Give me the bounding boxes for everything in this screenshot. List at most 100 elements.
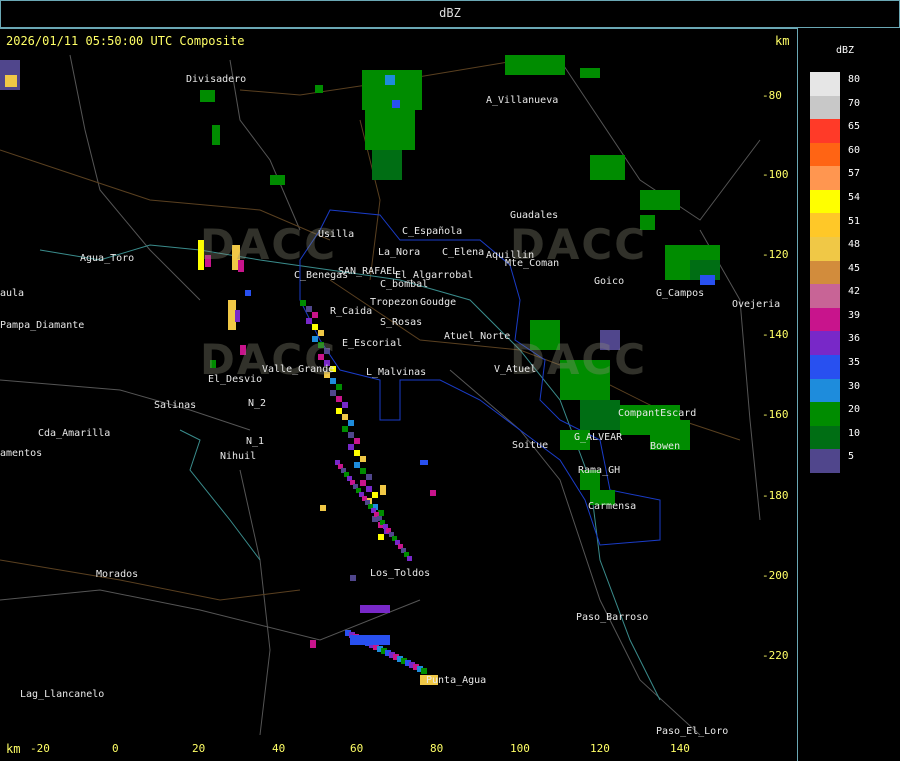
colorbar-label: 36 [848, 333, 861, 345]
colorbar-swatch [810, 72, 840, 96]
radar-echo [354, 462, 360, 468]
colorbar-swatch [810, 142, 840, 167]
radar-echo [300, 300, 306, 306]
y-tick-label: -100 [762, 168, 789, 181]
radar-echo [360, 468, 366, 474]
place-label: Ovejeria [732, 299, 781, 310]
y-tick-label: -140 [762, 328, 789, 341]
radar-echo [315, 85, 323, 93]
radar-echo [360, 605, 390, 613]
colorbar-label: 42 [848, 286, 861, 298]
radar-echo [5, 75, 17, 87]
colorbar-swatch [810, 331, 840, 355]
place-label: Lag_Llancanelo [20, 689, 105, 700]
colorbar-swatch [810, 260, 840, 285]
y-tick-label: -180 [762, 489, 789, 502]
radar-echo [420, 460, 428, 465]
radar-echo [212, 125, 220, 145]
x-tick-label: 60 [350, 742, 364, 755]
radar-echo [348, 420, 354, 426]
radar-echo [350, 635, 390, 645]
colorbar-label: 80 [848, 74, 861, 85]
radar-echo [360, 456, 366, 462]
place-label: R_Caida [330, 306, 373, 317]
place-label: Bowen [650, 441, 681, 452]
colorbar-label: 48 [848, 239, 861, 251]
place-label: Mte_Coman [505, 258, 560, 269]
place-label: N_2 [248, 398, 267, 409]
radar-echo [228, 300, 236, 330]
radar-echo [700, 275, 715, 285]
colorbar-label: 10 [848, 427, 861, 439]
place-label: G_ALVEAR [574, 432, 623, 443]
colorbar-swatch [810, 213, 840, 238]
colorbar-label: 5 [848, 451, 855, 463]
radar-echo [342, 402, 348, 408]
place-label: Atuel_Norte [444, 331, 511, 342]
place-label: Paso_El_Loro [656, 726, 729, 737]
radar-echo [245, 290, 251, 296]
y-tick-label: -200 [762, 569, 789, 582]
radar-echo [372, 492, 378, 498]
place-label: El_Desvio [208, 374, 263, 385]
x-tick-label: 120 [590, 742, 610, 755]
radar-echo [580, 400, 620, 430]
road-line [0, 559, 301, 601]
place-label: CompantEscard [618, 408, 697, 419]
radar-echo [580, 68, 600, 78]
x-tick-label: 100 [510, 742, 530, 755]
radar-echo [392, 100, 400, 108]
place-label: C_Española [402, 226, 463, 237]
colorbar-label: 60 [848, 144, 861, 156]
colorbar [810, 72, 840, 473]
radar-viewer: dBZ DACC DACC DACC DACC 2026/01/11 05:50… [0, 0, 900, 761]
place-label: Guadales [510, 210, 559, 221]
x-tick-label: -20 [30, 742, 50, 755]
radar-echo [365, 110, 415, 150]
place-label: Usilla [318, 229, 355, 240]
radar-echo [320, 505, 326, 511]
place-label: Rama_GH [578, 465, 621, 476]
watermark-text: DACC [200, 220, 338, 269]
place-label: N_1 [246, 436, 265, 447]
radar-map-canvas[interactable] [0, 0, 797, 761]
colorbar-swatch [810, 284, 840, 308]
radar-echo [336, 408, 342, 414]
radar-echo [590, 155, 625, 180]
y-axis-unit: km [775, 34, 790, 48]
place-label: C_Elena [442, 247, 485, 258]
radar-echo [336, 396, 342, 402]
place-label: SAN_RAFAEL [338, 266, 399, 277]
x-tick-label: 140 [670, 742, 690, 755]
place-label: Morados [96, 569, 139, 580]
colorbar-label: 51 [848, 215, 861, 227]
radar-echo [366, 474, 372, 480]
radar-echo [505, 55, 565, 75]
place-label: S_Rosas [380, 317, 423, 328]
place-label: Cda_Amarilla [38, 428, 111, 439]
colorbar-label: 54 [848, 191, 861, 203]
place-label: Agua_Toro [80, 253, 135, 264]
radar-echo [366, 486, 372, 492]
boundary-line [0, 379, 251, 431]
radar-echo [640, 190, 680, 210]
radar-echo [310, 640, 316, 648]
colorbar-label: 30 [848, 380, 861, 392]
radar-echo [306, 306, 312, 312]
place-label: L_Malvinas [366, 367, 427, 378]
radar-echo [342, 426, 348, 432]
x-tick-label: 20 [192, 742, 206, 755]
place-label: Paso_Barroso [576, 612, 649, 623]
colorbar-label: 39 [848, 309, 861, 321]
radar-echo [336, 384, 342, 390]
place-label: Nihuil [220, 451, 257, 462]
colorbar-swatch [810, 425, 840, 450]
boundary-line [239, 469, 271, 736]
place-label: G_Campos [656, 288, 705, 299]
radar-echo [378, 534, 384, 540]
x-tick-label: 40 [272, 742, 286, 755]
radar-echo [270, 175, 285, 185]
radar-echo [348, 432, 354, 438]
colorbar-swatch [810, 237, 840, 261]
colorbar-label: 20 [848, 404, 861, 416]
